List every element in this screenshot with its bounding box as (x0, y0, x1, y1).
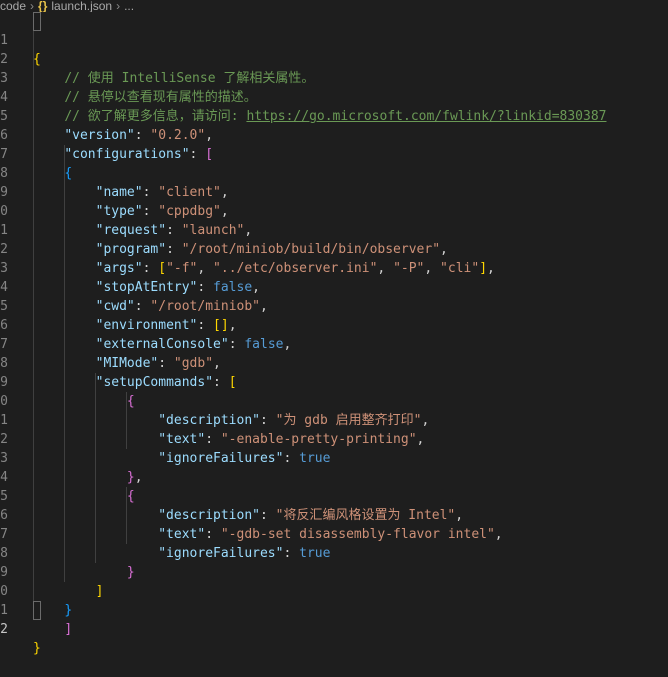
breadcrumb: code ›{} launch.json ›... (0, 0, 668, 12)
code-line[interactable]: 6 "configurations": [ (0, 107, 668, 162)
code-editor[interactable]: 1 { 2 // 使用 IntelliSense 了解相关属性。 3 // 悬停… (0, 12, 668, 656)
code-line[interactable]: 9 "type": "cppdbg", (0, 164, 668, 219)
code-line[interactable]: 13 "stopAtEntry": false, (0, 240, 668, 295)
brace-close: } (33, 641, 41, 656)
code-line[interactable]: 5 "version": "0.2.0", (0, 88, 668, 143)
code-line[interactable]: 28 } (0, 525, 668, 580)
code-line[interactable]: 11 "program": "/root/miniob/build/bin/ob… (0, 202, 668, 257)
code-line[interactable]: 27 "ignoreFailures": true (0, 506, 668, 561)
code-line[interactable]: 2 // 使用 IntelliSense 了解相关属性。 (0, 31, 668, 86)
code-line[interactable]: 25 "description": "将反汇编风格设置为 Intel", (0, 468, 668, 523)
breadcrumb-file[interactable]: launch.json (51, 0, 112, 12)
code-line[interactable]: 1 { (0, 12, 668, 67)
code-line[interactable]: 32 } (0, 601, 668, 656)
code-line[interactable]: 21 "text": "-enable-pretty-printing", (0, 392, 668, 447)
code-line[interactable]: 19 { (0, 354, 668, 409)
code-line[interactable]: 16 "externalConsole": false, (0, 297, 668, 352)
code-line[interactable]: 10 "request": "launch", (0, 183, 668, 238)
code-line[interactable]: 15 "environment": [], (0, 278, 668, 333)
code-line[interactable]: 31 ] (0, 582, 668, 637)
code-line[interactable]: 20 "description": "为 gdb 启用整齐打印", (0, 373, 668, 428)
chevron-right-icon: › (30, 0, 35, 12)
code-line[interactable]: 26 "text": "-gdb-set disassembly-flavor … (0, 487, 668, 542)
code-line[interactable]: 22 "ignoreFailures": true (0, 411, 668, 466)
chevron-right-icon: › (116, 0, 121, 12)
code-line[interactable]: 3 // 悬停以查看现有属性的描述。 (0, 50, 668, 105)
bracket-close: ] (64, 622, 73, 637)
breadcrumb-folder[interactable]: code (0, 0, 26, 12)
code-line[interactable]: 18 "setupCommands": [ (0, 335, 668, 390)
code-line[interactable]: 17 "MIMode": "gdb", (0, 316, 668, 371)
json-file-icon: {} (38, 0, 48, 12)
code-line[interactable]: 12 "args": ["-f", "../etc/observer.ini",… (0, 221, 668, 276)
code-line[interactable]: 4 // 欲了解更多信息，请访问: https://go.microsoft.c… (0, 69, 668, 124)
code-line[interactable]: 14 "cwd": "/root/miniob", (0, 259, 668, 314)
code-line[interactable]: 24 { (0, 449, 668, 504)
code-line[interactable]: 7 { (0, 126, 668, 181)
code-line[interactable]: 29 ] (0, 544, 668, 599)
line-number: 32 (0, 622, 8, 637)
code-line[interactable]: 23 }, (0, 430, 668, 485)
breadcrumb-symbol[interactable]: ... (124, 0, 134, 12)
code-line[interactable]: 8 "name": "client", (0, 145, 668, 200)
code-line[interactable]: 30 } (0, 563, 668, 618)
